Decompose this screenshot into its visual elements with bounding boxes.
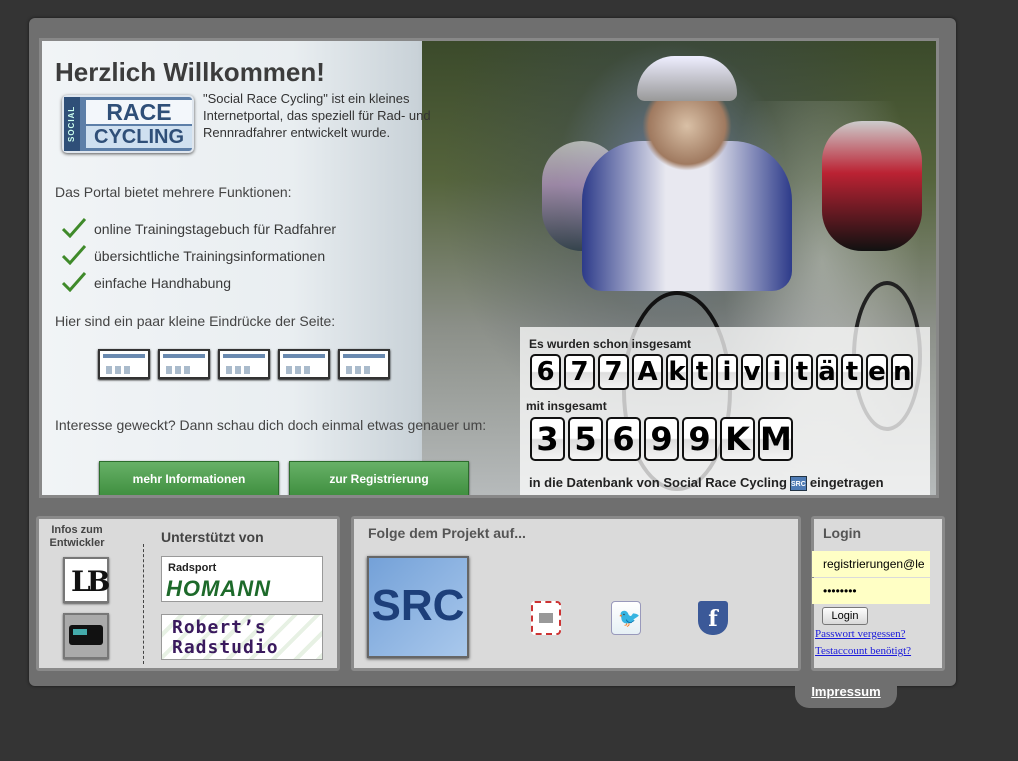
follow-panel: Folge dem Projekt auf... SRC 🐦 f	[351, 516, 801, 671]
stats-line-1: Es wurden schon insgesamt	[529, 337, 692, 351]
sponsor-roberts-radstudio[interactable]: Robert’s Radstudio	[161, 614, 323, 660]
stats-box: Es wurden schon insgesamt 6 7 7 A k t i …	[520, 327, 930, 495]
counter-letter: K	[720, 417, 755, 461]
mail-icon[interactable]	[531, 601, 561, 635]
counter-digit: 7	[598, 354, 629, 390]
login-button[interactable]: Login	[822, 607, 868, 625]
twitter-icon[interactable]: 🐦	[611, 601, 641, 635]
sponsor-robert-line1: Robert’s	[172, 617, 267, 638]
activities-counter: 6 7 7 A k t i v i t ä t e n	[530, 354, 913, 390]
counter-letter: ä	[816, 354, 838, 390]
thumbnail[interactable]	[98, 349, 150, 379]
km-counter: 3 5 6 9 9 K M	[530, 417, 793, 461]
login-heading: Login	[823, 525, 862, 541]
developer-heading: Infos zum Entwickler	[49, 524, 105, 549]
thumbnail[interactable]	[218, 349, 270, 379]
interest-text: Interesse geweckt? Dann schau dich doch …	[55, 417, 487, 433]
sponsor-homann[interactable]: Radsport HOMANN	[161, 556, 323, 602]
divider	[143, 544, 144, 664]
thumbnail[interactable]	[278, 349, 330, 379]
checkmark-icon	[62, 218, 86, 238]
counter-letter: i	[766, 354, 788, 390]
counter-letter: A	[632, 354, 663, 390]
developer-sponsor-panel: Infos zum Entwickler LB Unterstützt von …	[36, 516, 340, 671]
impressions-text: Hier sind ein paar kleine Eindrücke der …	[55, 313, 336, 329]
stats-line-3-pre: in die Datenbank von Social Race Cycling	[529, 475, 787, 490]
lb-logo-text: LB	[71, 565, 110, 598]
src-logo[interactable]: SRC	[367, 556, 469, 658]
feature-label: übersichtliche Trainingsinformationen	[94, 248, 326, 264]
counter-digit: 6	[606, 417, 641, 461]
sponsor-robert-line2: Radstudio	[172, 637, 279, 658]
thumbnail[interactable]	[158, 349, 210, 379]
counter-digit: 9	[644, 417, 679, 461]
more-info-button[interactable]: mehr Informationen	[99, 461, 279, 495]
stats-line-3-post: eingetragen	[809, 475, 884, 490]
rider-shape	[822, 121, 922, 251]
logo-social-text: SOCIAL	[64, 97, 80, 151]
counter-digit: 9	[682, 417, 717, 461]
feature-item: online Trainingstagebuch für Radfahrer	[62, 216, 336, 243]
counter-digit: 3	[530, 417, 565, 461]
intro-text: "Social Race Cycling" ist ein kleines In…	[203, 91, 431, 140]
stats-line-2: mit insgesamt	[526, 399, 607, 413]
feature-list: online Trainingstagebuch für Radfahrer ü…	[62, 216, 336, 297]
impressum-link[interactable]: Impressum	[795, 683, 897, 708]
register-button[interactable]: zur Registrierung	[289, 461, 469, 495]
login-panel: Login registrierungen@le •••••••• Login …	[811, 516, 945, 671]
password-field[interactable]: ••••••••	[812, 578, 930, 604]
counter-letter: t	[791, 354, 813, 390]
supported-heading: Unterstützt von	[161, 529, 264, 545]
logo-cycling-text: CYCLING	[86, 126, 192, 148]
checkmark-icon	[62, 272, 86, 292]
facebook-icon[interactable]: f	[698, 601, 728, 635]
src-mini-logo: SRC	[789, 476, 807, 492]
page-title: Herzlich Willkommen!	[55, 57, 325, 87]
main-frame: Herzlich Willkommen! SOCIAL RACE CYCLING…	[29, 18, 956, 686]
checkmark-icon	[62, 245, 86, 265]
counter-letter: n	[891, 354, 913, 390]
testaccount-link[interactable]: Testaccount benötigt?	[815, 645, 911, 657]
counter-letter: i	[716, 354, 738, 390]
counter-letter: M	[758, 417, 793, 461]
counter-letter: v	[741, 354, 763, 390]
stats-line-3: in die Datenbank von Social Race Cycling…	[529, 475, 884, 492]
counter-letter: k	[666, 354, 688, 390]
follow-heading: Folge dem Projekt auf...	[368, 525, 526, 541]
hero-panel: Herzlich Willkommen! SOCIAL RACE CYCLING…	[39, 38, 939, 498]
developer-logo[interactable]: LB	[63, 557, 110, 603]
feature-item: einfache Handhabung	[62, 270, 336, 297]
feature-label: einfache Handhabung	[94, 275, 232, 291]
feature-label: online Trainingstagebuch für Radfahrer	[94, 221, 337, 237]
counter-letter: t	[691, 354, 713, 390]
logo-race-text: RACE	[86, 100, 192, 124]
feature-item: übersichtliche Trainingsinformationen	[62, 243, 336, 270]
forgot-password-link[interactable]: Passwort vergessen?	[815, 628, 906, 640]
rider-shape	[637, 56, 737, 101]
counter-digit: 5	[568, 417, 603, 461]
functions-heading: Das Portal bietet mehrere Funktionen:	[55, 184, 292, 200]
sponsor-homann-top: Radsport	[168, 562, 217, 574]
counter-letter: t	[841, 354, 863, 390]
counter-letter: e	[866, 354, 888, 390]
developer-card-icon[interactable]	[63, 613, 109, 659]
thumbnail[interactable]	[338, 349, 390, 379]
email-field[interactable]: registrierungen@le	[812, 551, 930, 577]
site-logo: SOCIAL RACE CYCLING	[62, 95, 194, 153]
counter-digit: 7	[564, 354, 595, 390]
counter-digit: 6	[530, 354, 561, 390]
sponsor-homann-name: HOMANN	[166, 576, 271, 601]
